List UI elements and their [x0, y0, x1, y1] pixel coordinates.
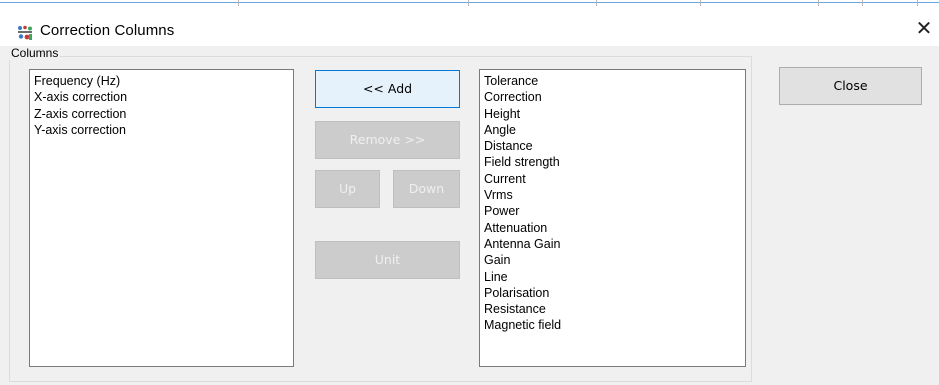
unit-button[interactable]: Unit [315, 241, 460, 279]
window-top-edge [0, 0, 939, 3]
correction-app-icon [16, 25, 34, 41]
list-item[interactable]: Distance [484, 138, 745, 154]
selected-columns-list[interactable]: Frequency (Hz) X-axis correction Z-axis … [29, 69, 294, 367]
list-item[interactable]: Antenna Gain [484, 236, 745, 252]
list-item[interactable]: X-axis correction [34, 89, 293, 105]
list-item[interactable]: Current [484, 171, 745, 187]
title-bar: Correction Columns ✕ [0, 6, 939, 46]
list-item[interactable]: Resistance [484, 301, 745, 317]
list-item[interactable]: Angle [484, 122, 745, 138]
list-item[interactable]: Field strength [484, 154, 745, 170]
list-item[interactable]: Y-axis correction [34, 122, 293, 138]
move-down-button[interactable]: Down [393, 170, 460, 208]
close-button[interactable]: Close [779, 67, 922, 105]
move-up-button[interactable]: Up [315, 170, 380, 208]
list-item[interactable]: Correction [484, 89, 745, 105]
list-item[interactable]: Vrms [484, 187, 745, 203]
list-item[interactable]: Magnetic field [484, 317, 745, 333]
list-item[interactable]: Line [484, 269, 745, 285]
add-button[interactable]: << Add [315, 70, 460, 108]
window-title: Correction Columns [40, 22, 175, 39]
remove-button[interactable]: Remove >> [315, 121, 460, 159]
list-item[interactable]: Gain [484, 252, 745, 268]
list-item[interactable]: Frequency (Hz) [34, 73, 293, 89]
list-item[interactable]: Z-axis correction [34, 106, 293, 122]
columns-group-label: Columns [9, 46, 61, 60]
list-item[interactable]: Tolerance [484, 73, 745, 89]
list-item[interactable]: Power [484, 203, 745, 219]
close-icon[interactable]: ✕ [914, 19, 934, 39]
list-item[interactable]: Attenuation [484, 220, 745, 236]
list-item[interactable]: Height [484, 106, 745, 122]
available-columns-list[interactable]: Tolerance Correction Height Angle Distan… [479, 69, 746, 367]
list-item[interactable]: Polarisation [484, 285, 745, 301]
